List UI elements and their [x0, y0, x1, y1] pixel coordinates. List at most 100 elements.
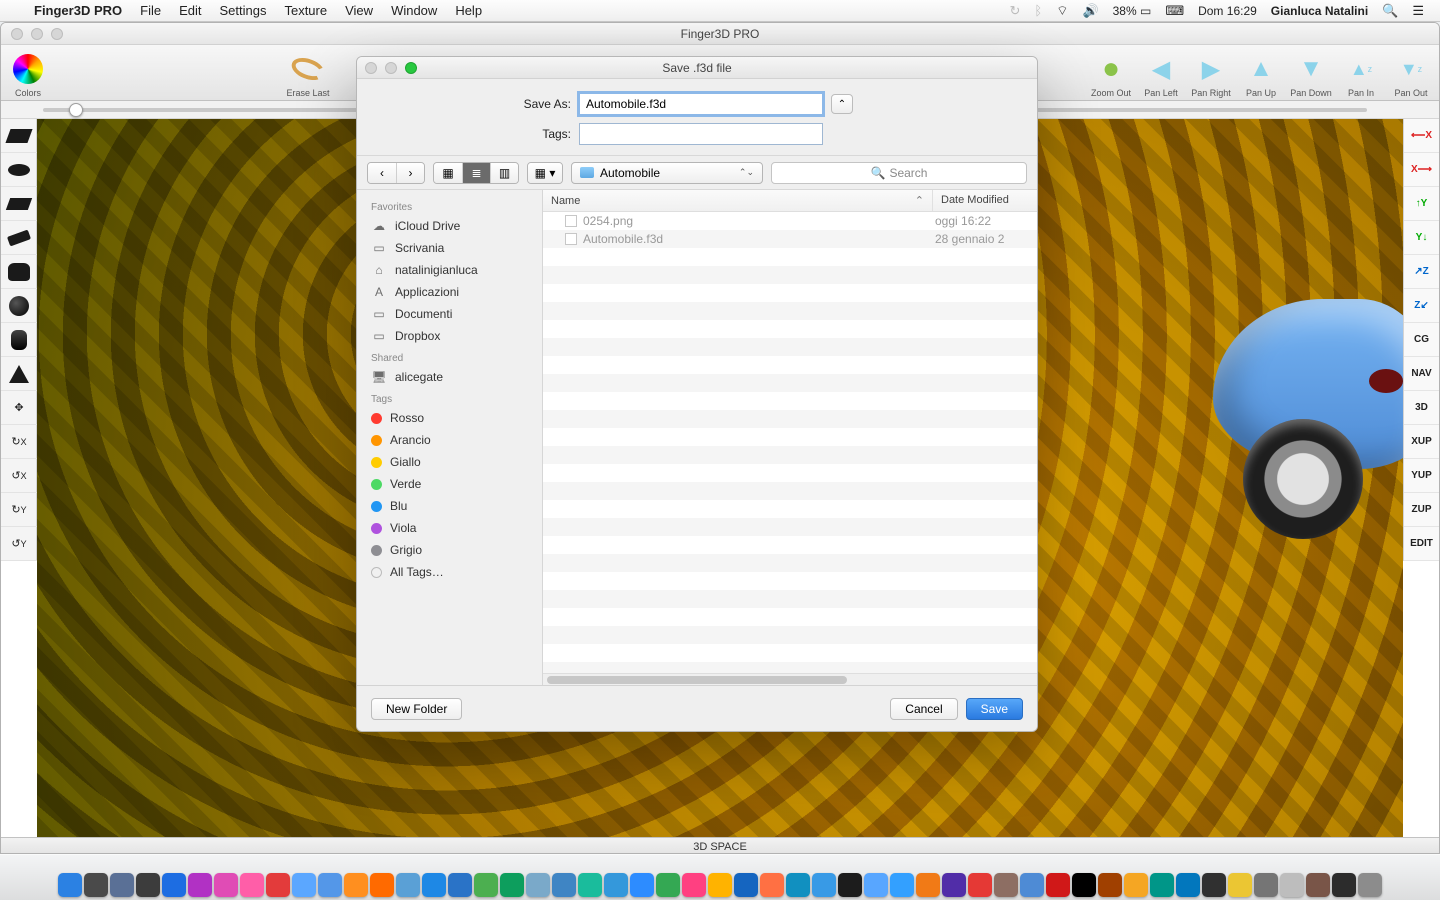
- sidebar-item-dropbox[interactable]: ▭Dropbox: [357, 325, 542, 347]
- dock-app-22[interactable]: [630, 873, 654, 897]
- dock-app-2[interactable]: [110, 873, 134, 897]
- dock-app-29[interactable]: [812, 873, 836, 897]
- sidebar-tag-verde[interactable]: Verde: [357, 473, 542, 495]
- dock-app-25[interactable]: [708, 873, 732, 897]
- dialog-zoom-button[interactable]: [405, 62, 417, 74]
- pan-up-button[interactable]: ▲ Pan Up: [1237, 46, 1285, 98]
- zoom-out-button[interactable]: ● Zoom Out: [1087, 46, 1135, 98]
- volume-icon[interactable]: 🔊: [1082, 3, 1098, 19]
- dock-app-20[interactable]: [578, 873, 602, 897]
- erase-last-button[interactable]: Erase Last: [285, 46, 331, 98]
- dock-app-43[interactable]: [1176, 873, 1200, 897]
- rotate-y2-tool[interactable]: ↺Y: [1, 527, 37, 561]
- sidebar-tag-blu[interactable]: Blu: [357, 495, 542, 517]
- sidebar-tag-all tags…[interactable]: All Tags…: [357, 561, 542, 583]
- minimize-window-button[interactable]: [31, 28, 43, 40]
- shape-curved-tool[interactable]: [1, 255, 37, 289]
- axis-y-pos-button[interactable]: Y↓: [1404, 221, 1439, 255]
- dock-app-19[interactable]: [552, 873, 576, 897]
- dock-app-6[interactable]: [214, 873, 238, 897]
- move-tool[interactable]: ✥: [1, 391, 37, 425]
- dock-app-11[interactable]: [344, 873, 368, 897]
- file-row[interactable]: 0254.pngoggi 16:22: [543, 212, 1037, 230]
- sidebar-item-icloud-drive[interactable]: ☁︎iCloud Drive: [357, 215, 542, 237]
- sidebar-item-scrivania[interactable]: ▭Scrivania: [357, 237, 542, 259]
- close-window-button[interactable]: [11, 28, 23, 40]
- dock-app-0[interactable]: [58, 873, 82, 897]
- mode-yup-button[interactable]: YUP: [1404, 459, 1439, 493]
- dock-app-48[interactable]: [1306, 873, 1330, 897]
- dock-app-27[interactable]: [760, 873, 784, 897]
- menu-file[interactable]: File: [140, 3, 161, 18]
- battery-status[interactable]: 38% ▭: [1113, 4, 1152, 18]
- dock-app-12[interactable]: [370, 873, 394, 897]
- menu-edit[interactable]: Edit: [179, 3, 201, 18]
- shape-diamond-tool[interactable]: [1, 187, 37, 221]
- pan-down-button[interactable]: ▼ Pan Down: [1287, 46, 1335, 98]
- sidebar-tag-giallo[interactable]: Giallo: [357, 451, 542, 473]
- dock-app-33[interactable]: [916, 873, 940, 897]
- dock-app-16[interactable]: [474, 873, 498, 897]
- dock-app-31[interactable]: [864, 873, 888, 897]
- dock-app-14[interactable]: [422, 873, 446, 897]
- axis-z-pos-button[interactable]: Z↙: [1404, 289, 1439, 323]
- mode-xup-button[interactable]: XUP: [1404, 425, 1439, 459]
- shape-ellipse-tool[interactable]: [1, 153, 37, 187]
- dock-app-37[interactable]: [1020, 873, 1044, 897]
- dock-app-21[interactable]: [604, 873, 628, 897]
- save-as-input[interactable]: [579, 93, 823, 115]
- column-header-date[interactable]: Date Modified: [933, 190, 1037, 211]
- pan-out-button[interactable]: ▼z Pan Out: [1387, 46, 1435, 98]
- location-popup[interactable]: Automobile ⌃⌄: [571, 162, 763, 184]
- sidebar-item-natalinigianluca[interactable]: ⌂natalinigianluca: [357, 259, 542, 281]
- rotate-y-tool[interactable]: ↻Y: [1, 493, 37, 527]
- view-list-button[interactable]: ≣: [462, 163, 490, 183]
- dialog-minimize-button[interactable]: [385, 62, 397, 74]
- dock-app-23[interactable]: [656, 873, 680, 897]
- sidebar-tag-viola[interactable]: Viola: [357, 517, 542, 539]
- pan-left-button[interactable]: ◀ Pan Left: [1137, 46, 1185, 98]
- slider-knob-icon[interactable]: [69, 103, 83, 117]
- dock-app-30[interactable]: [838, 873, 862, 897]
- new-folder-button[interactable]: New Folder: [371, 698, 462, 720]
- collapse-toggle-button[interactable]: ⌃: [831, 94, 853, 114]
- shape-cylinder-tool[interactable]: [1, 323, 37, 357]
- cancel-button[interactable]: Cancel: [890, 698, 957, 720]
- mode-nav-button[interactable]: NAV: [1404, 357, 1439, 391]
- shape-sphere-tool[interactable]: [1, 289, 37, 323]
- dock-app-40[interactable]: [1098, 873, 1122, 897]
- dock-app-3[interactable]: [136, 873, 160, 897]
- dock-app-17[interactable]: [500, 873, 524, 897]
- dock-app-49[interactable]: [1332, 873, 1356, 897]
- view-icons-button[interactable]: ▦: [434, 163, 462, 183]
- rotate-x2-tool[interactable]: ↺X: [1, 459, 37, 493]
- pan-in-button[interactable]: ▲z Pan In: [1337, 46, 1385, 98]
- dock-app-32[interactable]: [890, 873, 914, 897]
- menu-settings[interactable]: Settings: [219, 3, 266, 18]
- dock-app-45[interactable]: [1228, 873, 1252, 897]
- app-menu[interactable]: Finger3D PRO: [34, 3, 122, 18]
- dock-app-1[interactable]: [84, 873, 108, 897]
- nav-forward-button[interactable]: ›: [396, 163, 424, 183]
- dock-app-39[interactable]: [1072, 873, 1096, 897]
- dock-app-28[interactable]: [786, 873, 810, 897]
- dock-app-15[interactable]: [448, 873, 472, 897]
- mode-zup-button[interactable]: ZUP: [1404, 493, 1439, 527]
- sidebar-tag-rosso[interactable]: Rosso: [357, 407, 542, 429]
- dock-app-24[interactable]: [682, 873, 706, 897]
- dock-app-34[interactable]: [942, 873, 966, 897]
- menu-window[interactable]: Window: [391, 3, 437, 18]
- dock-app-5[interactable]: [188, 873, 212, 897]
- nav-back-button[interactable]: ‹: [368, 163, 396, 183]
- dock-app-44[interactable]: [1202, 873, 1226, 897]
- rotate-x-tool[interactable]: ↻X: [1, 425, 37, 459]
- zoom-window-button[interactable]: [51, 28, 63, 40]
- axis-y-neg-button[interactable]: ↑Y: [1404, 187, 1439, 221]
- dialog-close-button[interactable]: [365, 62, 377, 74]
- sidebar-item-documenti[interactable]: ▭Documenti: [357, 303, 542, 325]
- horizontal-scrollbar[interactable]: [543, 673, 1037, 685]
- wifi-icon[interactable]: ⌔: [1056, 3, 1068, 19]
- dock-app-8[interactable]: [266, 873, 290, 897]
- tags-input[interactable]: [579, 123, 823, 145]
- mode-cg-button[interactable]: CG: [1404, 323, 1439, 357]
